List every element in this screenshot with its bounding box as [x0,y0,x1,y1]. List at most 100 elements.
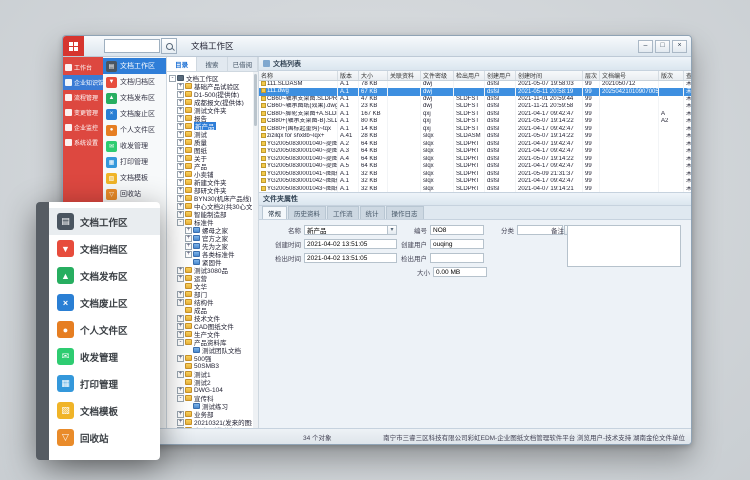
tree-node[interactable]: +质量 [169,138,252,146]
tree-node[interactable]: +官方之家 [169,234,252,242]
table-row[interactable]: YG20050830001040~提图A.264 KBslqxSLDPRTdsf… [259,141,691,148]
table-row[interactable]: YG20050830001040~提图A.564 KBslqxSLDPRTdsf… [259,163,691,170]
column-header[interactable]: 名称 [259,71,338,81]
checkout-user-input[interactable] [430,253,484,263]
tree-node[interactable]: -实践图纸测试 [169,426,252,428]
nav-item-收发管理[interactable]: ✉收发管理 [103,138,166,154]
table-row[interactable]: 111.dwgA.167 KBdwjdsfsl2021-05-11 20:58:… [259,88,691,95]
tree-expander-icon[interactable]: + [177,299,184,306]
table-row[interactable]: CB80~脚轮支架图+A.SLDPRTA.1167 KBqxjSLDFSTdsf… [259,111,691,118]
tree-node[interactable]: +先为之家 [169,242,252,250]
folder-number-input[interactable] [430,225,484,235]
column-header[interactable]: 创建用户 [485,71,516,81]
size-input[interactable] [433,267,487,277]
column-header[interactable]: 创建时间 [516,71,583,81]
table-row[interactable]: CB80+(轴承支架图-B).SLDA.180 KBqxjSLDFSTdsfsl… [259,118,691,125]
tree-node[interactable]: +测试 [169,130,252,138]
create-user-input[interactable] [430,239,484,249]
minimize-button[interactable]: – [638,40,653,53]
column-header[interactable]: 版次 [659,71,684,81]
props-tab-常规[interactable]: 常规 [262,206,287,219]
props-tab-操作日志[interactable]: 操作日志 [386,206,424,219]
tree-expander-icon[interactable]: + [177,83,184,90]
tree-node[interactable]: -文档工作区 [169,74,252,82]
table-row[interactable]: zizilqx for shx8b~lqx+A.4128 KBslqxSLDAS… [259,133,691,140]
tree-node[interactable]: +20210321(发来的图纸) [169,418,252,426]
tree-expander-icon[interactable]: + [177,315,184,322]
sidebar-item-流程管理[interactable]: 流程管理 [63,90,103,105]
table-row[interactable]: YG20050830001040~提图A.364 KBslqxSLDPRTdsf… [259,148,691,155]
tree-node[interactable]: +各类标准件 [169,250,252,258]
nav-item-文档归档区[interactable]: ▼文档归档区 [49,235,160,262]
nav-item-个人文件区[interactable]: ●个人文件区 [49,316,160,343]
create-time-input[interactable] [304,239,397,249]
column-header[interactable]: 大小 [359,71,388,81]
tree-node[interactable]: +紧固件 [169,258,252,266]
nav-item-回收站[interactable]: ▽回收站 [103,186,166,202]
tree-expander-icon[interactable]: - [177,339,184,346]
tree-expander-icon[interactable]: + [185,251,192,258]
folder-name-input[interactable] [304,225,388,235]
nav-item-文档归档区[interactable]: ▼文档归档区 [103,74,166,90]
props-tab-工作流[interactable]: 工作流 [327,206,359,219]
tree-expander-icon[interactable]: + [177,355,184,362]
sidebar-item-企业监控[interactable]: 企业监控 [63,120,103,135]
tree-node[interactable]: +500强 [169,354,252,362]
tree-node[interactable]: +图纸 [169,146,252,154]
nav-item-个人文件区[interactable]: ●个人文件区 [103,122,166,138]
tree-expander-icon[interactable]: + [177,371,184,378]
tree-node[interactable]: +50SMB3 [169,362,252,370]
tree-expander-icon[interactable]: + [177,139,184,146]
tree-expander-icon[interactable]: + [185,243,192,250]
table-row[interactable]: YG20050830001041~图纸A.132 KBslqxSLDPRTdsf… [259,171,691,178]
sidebar-item-变更管理[interactable]: 变更管理 [63,105,103,120]
props-tab-历史资料[interactable]: 历史资料 [288,206,326,219]
tree-node[interactable]: +测试文件夹 [169,106,252,114]
tree-node[interactable]: -标准件 [169,218,252,226]
nav-item-打印管理[interactable]: ▦打印管理 [103,154,166,170]
tree-expander-icon[interactable]: + [177,211,184,218]
tree-node[interactable]: +新建文件夹 [169,178,252,186]
tree-node[interactable]: +螺母之家 [169,226,252,234]
tree-expander-icon[interactable]: - [177,395,184,402]
tree-expander-icon[interactable]: + [177,275,184,282]
column-header[interactable]: 版本 [338,71,359,81]
tree-node[interactable]: +文华 [169,282,252,290]
tree-expander-icon[interactable]: + [177,419,184,426]
tree-expander-icon[interactable]: + [185,235,192,242]
tree-expander-icon[interactable]: + [177,203,184,210]
tree-node[interactable]: +测试团队文档 [169,346,252,354]
tree-expander-icon[interactable]: + [177,163,184,170]
tree-tab-已借阅[interactable]: 已借阅 [228,57,258,71]
props-tab-统计[interactable]: 统计 [360,206,385,219]
close-button[interactable]: × [672,40,687,53]
tree-node[interactable]: +关于 [169,154,252,162]
tree-node[interactable]: +DWG-104 [169,386,252,394]
tree-node[interactable]: +报告 [169,114,252,122]
table-row[interactable]: YG20050830001043~图纸A.132 KBslqxSLDPRTdsf… [259,186,691,193]
nav-item-文档模板[interactable]: ▧文档模板 [49,397,160,424]
tree-node[interactable]: +成品 [169,306,252,314]
tree-node[interactable]: +技术文件 [169,314,252,322]
tree-expander-icon[interactable]: + [177,387,184,394]
sidebar-item-工作台[interactable]: 工作台 [63,60,103,75]
scrollbar-thumb[interactable] [254,74,257,126]
tree-node[interactable]: +测试2 [169,378,252,386]
checkout-time-input[interactable] [304,253,397,263]
tree-expander-icon[interactable]: + [177,123,184,130]
column-header[interactable]: 查看状态 [684,71,692,81]
tree-expander-icon[interactable]: + [177,331,184,338]
nav-item-收发管理[interactable]: ✉收发管理 [49,343,160,370]
tree-node[interactable]: +部研文件夹 [169,186,252,194]
tree-expander-icon[interactable]: + [177,131,184,138]
tree-expander-icon[interactable]: + [177,115,184,122]
tree-node[interactable]: +BYN30(机床产品线) [169,194,252,202]
tree-node[interactable]: +业务部 [169,410,252,418]
tree-expander-icon[interactable]: + [177,91,184,98]
tree-node[interactable]: +成都报文(提供体) [169,98,252,106]
sidebar-item-系统设置[interactable]: 系统设置 [63,135,103,150]
nav-item-文档发布区[interactable]: ▲文档发布区 [49,262,160,289]
tree-node[interactable]: -产品资料库 [169,338,252,346]
tree-node[interactable]: +产品 [169,162,252,170]
tree-expander-icon[interactable]: - [177,219,184,226]
